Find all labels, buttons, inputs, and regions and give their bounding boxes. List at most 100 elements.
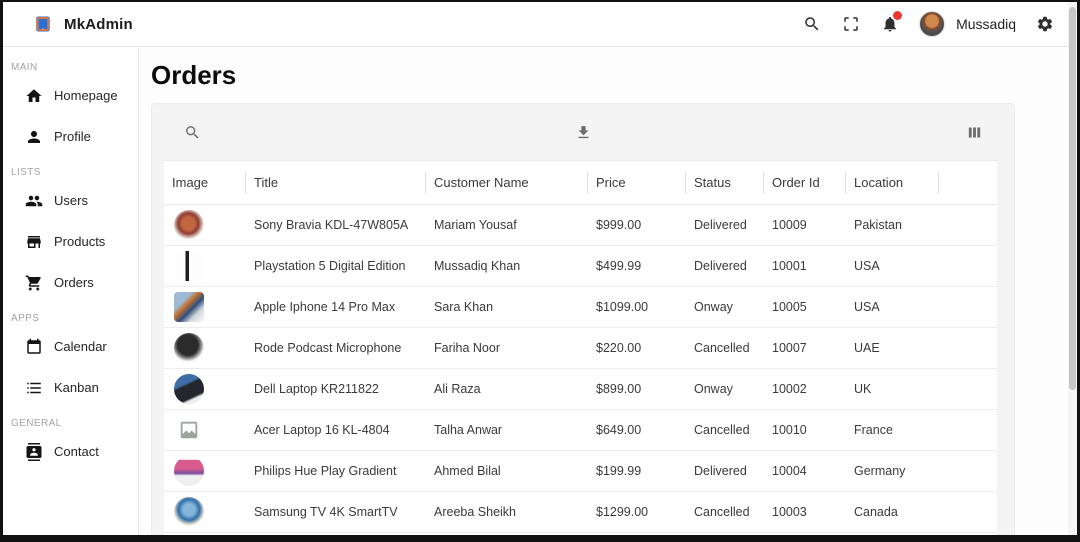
product-image-cell	[164, 251, 246, 281]
user-avatar[interactable]	[919, 11, 945, 37]
table-search-icon[interactable]	[182, 122, 202, 142]
order-title-cell: Philips Hue Play Gradient	[246, 464, 426, 478]
order-order-id-cell: 10002	[764, 382, 846, 396]
order-price-cell: $649.00	[588, 423, 686, 437]
product-image-dell	[174, 374, 204, 404]
sidebar-item-calendar[interactable]: Calendar	[3, 326, 138, 367]
order-price-cell: $899.00	[588, 382, 686, 396]
column-header-order-id[interactable]: Order Id	[764, 161, 846, 204]
sidebar-item-orders[interactable]: Orders	[3, 262, 138, 303]
download-icon[interactable]	[573, 122, 593, 142]
vertical-scrollbar[interactable]	[1068, 2, 1077, 535]
order-status-cell: Onway	[686, 382, 764, 396]
table-row[interactable]: Dell Laptop KR211822Ali Raza$899.00Onway…	[164, 369, 997, 410]
sidebar-item-label: Calendar	[54, 339, 107, 354]
sidebar-item-label: Profile	[54, 129, 91, 144]
sidebar-section-label: APPS	[3, 303, 138, 326]
product-image-cell	[164, 456, 246, 486]
user-name: Mussadiq	[956, 16, 1016, 32]
sidebar-item-kanban[interactable]: Kanban	[3, 367, 138, 408]
scrollbar-thumb[interactable]	[1069, 7, 1076, 390]
orders-table: ImageTitleCustomer NamePriceStatusOrder …	[164, 160, 997, 535]
order-status-cell: Cancelled	[686, 341, 764, 355]
table-row[interactable]: Acer Laptop 16 KL-4804Talha Anwar$649.00…	[164, 410, 997, 451]
table-toolbar	[152, 104, 1014, 160]
column-header-price[interactable]: Price	[588, 161, 686, 204]
column-header-status[interactable]: Status	[686, 161, 764, 204]
order-price-cell: $1099.00	[588, 300, 686, 314]
order-status-cell: Cancelled	[686, 505, 764, 519]
columns-icon[interactable]	[964, 122, 984, 142]
sidebar-section-label: LISTS	[3, 157, 138, 180]
table-row[interactable]	[164, 533, 997, 535]
order-price-cell: $220.00	[588, 341, 686, 355]
order-location-cell: Germany	[846, 464, 939, 478]
order-customer-cell: Mussadiq Khan	[426, 259, 588, 273]
brand[interactable]: MkAdmin	[31, 12, 133, 36]
sidebar-section-label: MAIN	[3, 52, 138, 75]
order-customer-cell: Areeba Sheikh	[426, 505, 588, 519]
settings-gear-icon[interactable]	[1035, 14, 1055, 34]
kanban-icon	[25, 379, 43, 397]
order-price-cell: $199.99	[588, 464, 686, 478]
table-row[interactable]: Rode Podcast MicrophoneFariha Noor$220.0…	[164, 328, 997, 369]
order-status-cell: Delivered	[686, 218, 764, 232]
order-customer-cell: Ali Raza	[426, 382, 588, 396]
product-image-ps5	[174, 251, 204, 281]
sidebar-item-label: Products	[54, 234, 105, 249]
sidebar-item-products[interactable]: Products	[3, 221, 138, 262]
product-image-samsung	[174, 497, 204, 527]
product-image-sony	[174, 210, 204, 240]
table-row[interactable]: Apple Iphone 14 Pro MaxSara Khan$1099.00…	[164, 287, 997, 328]
order-order-id-cell: 10003	[764, 505, 846, 519]
sidebar-item-label: Users	[54, 193, 88, 208]
sidebar-item-homepage[interactable]: Homepage	[3, 75, 138, 116]
table-row[interactable]: Playstation 5 Digital EditionMussadiq Kh…	[164, 246, 997, 287]
order-customer-cell: Ahmed Bilal	[426, 464, 588, 478]
main-content: Orders ImageTitleCustomer NamePriceStatu…	[140, 48, 1077, 535]
order-order-id-cell: 10010	[764, 423, 846, 437]
notifications-bell-icon[interactable]	[880, 14, 900, 34]
search-icon[interactable]	[802, 14, 822, 34]
product-image-cell	[164, 210, 246, 240]
home-icon	[25, 87, 43, 105]
person-icon	[25, 128, 43, 146]
order-price-cell: $499.99	[588, 259, 686, 273]
product-image-iphone	[174, 292, 204, 322]
table-row[interactable]: Philips Hue Play GradientAhmed Bilal$199…	[164, 451, 997, 492]
sidebar-item-label: Contact	[54, 444, 99, 459]
column-header-title[interactable]: Title	[246, 161, 426, 204]
sidebar-item-label: Kanban	[54, 380, 99, 395]
column-header-empty	[939, 161, 997, 204]
order-title-cell: Sony Bravia KDL-47W805A	[246, 218, 426, 232]
order-title-cell: Acer Laptop 16 KL-4804	[246, 423, 426, 437]
order-order-id-cell: 10004	[764, 464, 846, 478]
table-header-row: ImageTitleCustomer NamePriceStatusOrder …	[164, 161, 997, 205]
order-location-cell: Pakistan	[846, 218, 939, 232]
brand-name: MkAdmin	[64, 16, 133, 33]
column-header-location[interactable]: Location	[846, 161, 939, 204]
column-header-image[interactable]: Image	[164, 161, 246, 204]
order-title-cell: Playstation 5 Digital Edition	[246, 259, 426, 273]
sidebar-item-profile[interactable]: Profile	[3, 116, 138, 157]
column-header-customer-name[interactable]: Customer Name	[426, 161, 588, 204]
product-image-cell	[164, 374, 246, 404]
product-image-acer	[174, 415, 204, 445]
users-icon	[25, 192, 43, 210]
product-image-cell	[164, 292, 246, 322]
table-row[interactable]: Sony Bravia KDL-47W805AMariam Yousaf$999…	[164, 205, 997, 246]
product-image-rode	[174, 333, 204, 363]
order-customer-cell: Fariha Noor	[426, 341, 588, 355]
cart-icon	[25, 274, 43, 292]
order-customer-cell: Sara Khan	[426, 300, 588, 314]
table-row[interactable]: Samsung TV 4K SmartTVAreeba Sheikh$1299.…	[164, 492, 997, 533]
sidebar-item-users[interactable]: Users	[3, 180, 138, 221]
order-order-id-cell: 10007	[764, 341, 846, 355]
sidebar-item-contact[interactable]: Contact	[3, 431, 138, 472]
sidebar: MAINHomepage Profile LISTS Users Products Ord…	[3, 48, 139, 535]
order-location-cell: UK	[846, 382, 939, 396]
product-image-cell	[164, 497, 246, 527]
fullscreen-icon[interactable]	[841, 14, 861, 34]
order-title-cell: Apple Iphone 14 Pro Max	[246, 300, 426, 314]
order-price-cell: $1299.00	[588, 505, 686, 519]
